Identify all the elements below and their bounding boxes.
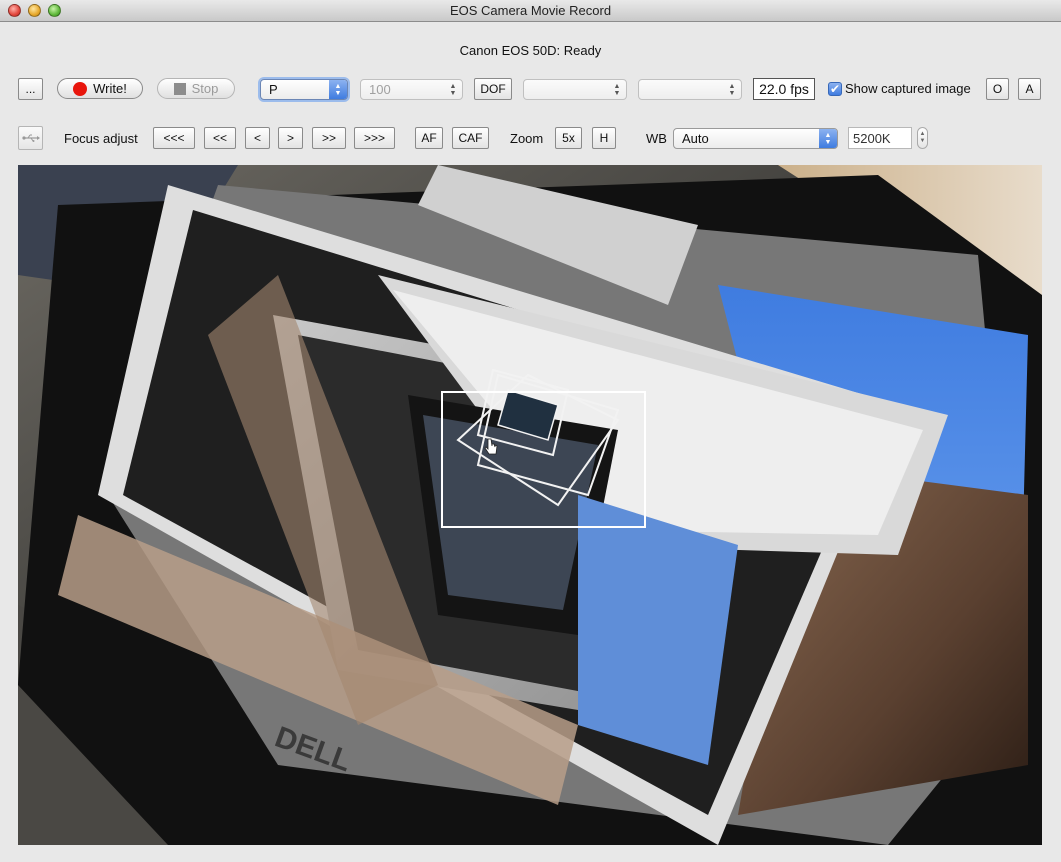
usb-connection-button[interactable] (18, 126, 43, 150)
zoom-label: Zoom (510, 131, 544, 146)
select-arrows-icon: ▲ ▼ (613, 82, 621, 97)
record-dot-icon (73, 81, 88, 96)
focus-near-3-button[interactable]: >>> (354, 127, 395, 149)
select-arrows-icon: ▲ ▼ (819, 129, 837, 148)
shutter-select[interactable]: ▲ ▼ (638, 79, 742, 100)
select-arrows-icon: ▲ ▼ (449, 82, 457, 97)
focus-far-3-button[interactable]: <<< (153, 127, 195, 149)
show-captured-label[interactable]: Show captured image (845, 81, 971, 96)
live-view-image: DELL (18, 165, 1042, 845)
zoom-h-button[interactable]: H (592, 127, 616, 149)
title-bar: EOS Camera Movie Record (0, 0, 1061, 22)
more-button[interactable]: ... (18, 78, 43, 100)
select-arrows-icon: ▲ ▼ (329, 80, 347, 99)
checkmark-icon: ✔ (829, 82, 841, 96)
show-captured-checkbox[interactable]: ✔ (828, 82, 842, 96)
white-balance-value: Auto (682, 131, 709, 146)
dof-button[interactable]: DOF (474, 78, 512, 100)
stop-button[interactable]: Stop (157, 78, 235, 99)
zoom-5x-button[interactable]: 5x (555, 127, 582, 149)
write-button-label: Write! (93, 81, 127, 96)
kelvin-stepper[interactable]: ▲ ▼ (917, 127, 928, 149)
focus-near-1-button[interactable]: > (278, 127, 303, 149)
stop-button-label: Stop (191, 81, 219, 96)
write-button[interactable]: Write! (57, 78, 143, 99)
shooting-mode-value: P (269, 82, 278, 97)
app-window: EOS Camera Movie Record Canon EOS 50D: R… (0, 0, 1061, 862)
iso-value: 100 (369, 82, 391, 97)
camera-status: Canon EOS 50D: Ready (459, 43, 602, 58)
focus-far-2-button[interactable]: << (204, 127, 236, 149)
fps-display: 22.0 fps (753, 78, 815, 100)
focus-adjust-label: Focus adjust (64, 131, 138, 146)
select-arrows-icon: ▲ ▼ (728, 82, 736, 97)
a-button[interactable]: A (1018, 78, 1041, 100)
shooting-mode-select[interactable]: P ▲ ▼ (260, 79, 348, 100)
wb-label: WB (646, 131, 667, 146)
focus-far-1-button[interactable]: < (245, 127, 270, 149)
focus-near-2-button[interactable]: >> (312, 127, 346, 149)
aperture-select[interactable]: ▲ ▼ (523, 79, 627, 100)
af-button[interactable]: AF (415, 127, 443, 149)
window-title: EOS Camera Movie Record (449, 3, 612, 18)
caf-button[interactable]: CAF (452, 127, 489, 149)
live-view-preview[interactable]: DELL (18, 165, 1042, 845)
white-balance-select[interactable]: Auto ▲ ▼ (673, 128, 838, 149)
stop-square-icon (173, 82, 186, 95)
iso-select[interactable]: 100 ▲ ▼ (360, 79, 463, 100)
usb-icon (22, 134, 40, 142)
o-button[interactable]: O (986, 78, 1009, 100)
kelvin-field[interactable]: 5200K (848, 127, 912, 149)
